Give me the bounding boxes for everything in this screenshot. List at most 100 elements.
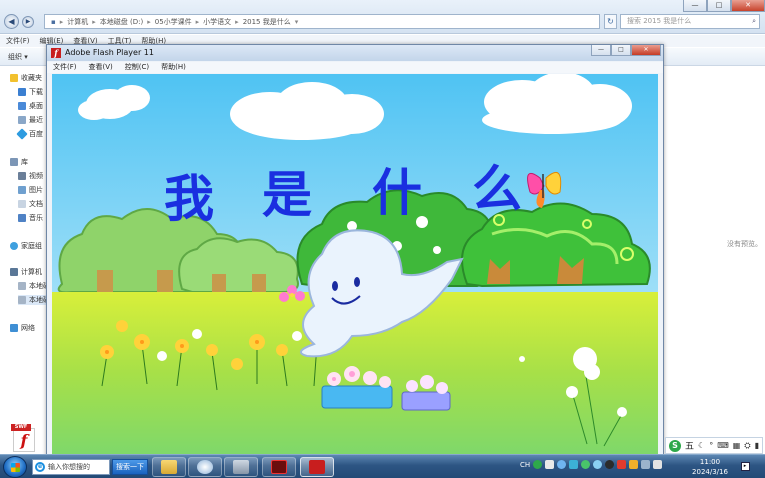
desktop-icon <box>18 102 26 110</box>
breadcrumb-item[interactable]: 小学语文 <box>203 17 231 27</box>
recent-icon <box>18 116 26 124</box>
explorer-search-input[interactable]: 搜索 2015 我是什么 ⌕ <box>620 14 760 29</box>
preview-pane: 没有预览。 <box>662 67 765 427</box>
drive-icon <box>18 296 26 304</box>
computer-icon: ▪ <box>51 17 56 26</box>
breadcrumb-item[interactable]: 计算机 <box>67 17 88 27</box>
minimize-button[interactable]: — <box>591 45 611 56</box>
menu-file[interactable]: 文件(F) <box>53 62 77 73</box>
taskbar-flash-player-button[interactable] <box>300 457 334 477</box>
start-button[interactable] <box>3 456 27 478</box>
swf-file-icon[interactable]: f SWF <box>11 424 37 452</box>
sidebar-item-music[interactable]: 音乐 <box>18 213 43 223</box>
sidebar-item-computer[interactable]: 计算机 <box>10 267 42 277</box>
ime-mode-label: 五 <box>685 442 695 452</box>
picture-icon <box>18 186 26 194</box>
moon-icon[interactable]: ☾ <box>698 441 705 450</box>
address-bar[interactable]: ▪ ▸ 计算机 ▸ 本地磁盘 (D:) ▸ 05小学课件 ▸ 小学语文 ▸ 20… <box>44 14 600 29</box>
more-icon[interactable]: ▮ <box>755 441 759 450</box>
sogou-icon: S <box>669 439 681 452</box>
explorer-window-controls: — □ ✕ <box>683 0 765 12</box>
sidebar-item-recent[interactable]: 最近 <box>18 115 43 125</box>
refresh-icon[interactable]: ↻ <box>604 14 617 29</box>
taskbar: e 输入你想搜的 搜索一下 CH 11:00 2024/3/16 ▸ <box>0 454 765 478</box>
baidu-icon <box>16 128 28 140</box>
tray-icon[interactable] <box>557 460 567 469</box>
breadcrumb-item[interactable]: 2015 我是什么 <box>243 17 291 27</box>
back-arrow-icon[interactable]: ◀ <box>4 14 19 29</box>
tray-label: CH <box>520 460 531 469</box>
flash-stage[interactable]: 我 是 什 么 <box>52 74 658 454</box>
sidebar-item-baidu[interactable]: 百度 <box>16 128 43 140</box>
shirt-icon[interactable]: ⛭ <box>744 441 750 451</box>
library-icon <box>10 158 18 166</box>
punctuation-icon[interactable]: ° <box>709 441 713 450</box>
clock-time: 11:00 <box>699 458 721 466</box>
taskbar-flash-pro-button[interactable] <box>262 457 296 477</box>
sidebar-item-favorites[interactable]: 收藏夹 <box>10 73 42 83</box>
breadcrumb-item[interactable]: 05小学课件 <box>155 17 192 27</box>
grid-icon[interactable]: ▦ <box>733 441 741 450</box>
tray-icon[interactable] <box>581 460 591 469</box>
notification-icon: ▸ <box>740 462 750 471</box>
menu-control[interactable]: 控制(C) <box>125 62 149 73</box>
sidebar-item-videos[interactable]: 视频 <box>18 171 43 181</box>
sidebar-item-downloads[interactable]: 下载 <box>18 87 43 97</box>
taskbar-media-button[interactable] <box>188 457 222 477</box>
tray-icon[interactable] <box>617 460 627 469</box>
qq-icon[interactable] <box>605 460 615 469</box>
stage-title-char: 么 <box>472 160 522 218</box>
menu-help[interactable]: 帮助(H) <box>161 62 186 73</box>
search-go-button[interactable]: 搜索一下 <box>112 459 148 475</box>
network-icon <box>10 324 18 332</box>
tray-icon[interactable] <box>545 460 555 469</box>
computer-icon <box>10 268 18 276</box>
volume-icon[interactable] <box>653 460 663 469</box>
sidebar-item-pictures[interactable]: 图片 <box>18 185 43 195</box>
sidebar-item-network[interactable]: 网络 <box>10 323 35 333</box>
explorer-titlebar: ◀ ▶ ▪ ▸ 计算机 ▸ 本地磁盘 (D:) ▸ 05小学课件 ▸ 小学语文 … <box>0 0 765 34</box>
sogou-tray-icon[interactable] <box>533 460 543 469</box>
maximize-button[interactable]: □ <box>707 0 731 12</box>
clock-date: 2024/3/16 <box>692 468 728 476</box>
tray-icon[interactable] <box>569 460 579 469</box>
system-tray: CH <box>520 460 663 469</box>
keyboard-icon[interactable]: ⌨ <box>717 441 729 450</box>
folder-icon <box>161 460 177 474</box>
flash-window-controls: — □ ✕ <box>591 45 661 56</box>
close-button[interactable]: ✕ <box>731 0 765 12</box>
drive-icon <box>18 282 26 290</box>
organize-button[interactable]: 组织 ▾ <box>8 51 28 63</box>
homegroup-icon <box>10 242 18 250</box>
flash-titlebar[interactable]: f Adobe Flash Player 11 — □ ✕ <box>47 45 663 61</box>
show-desktop-button[interactable]: ▸ <box>738 457 752 477</box>
flash-window-title: Adobe Flash Player 11 <box>65 48 154 57</box>
close-button[interactable]: ✕ <box>631 45 661 56</box>
flash-menubar: 文件(F) 查看(V) 控制(C) 帮助(H) <box>47 62 663 73</box>
clock[interactable]: 11:00 2024/3/16 <box>692 457 728 477</box>
tray-icon[interactable] <box>593 460 603 469</box>
sidebar-item-desktop[interactable]: 桌面 <box>18 101 43 111</box>
sidebar-item-documents[interactable]: 文档 <box>18 199 43 209</box>
star-icon <box>10 74 18 82</box>
maximize-button[interactable]: □ <box>611 45 631 56</box>
tray-icon[interactable] <box>629 460 639 469</box>
menu-file[interactable]: 文件(F) <box>6 35 30 47</box>
flash-player-window: f Adobe Flash Player 11 — □ ✕ 文件(F) 查看(V… <box>46 44 664 458</box>
taskbar-explorer-button[interactable] <box>152 457 186 477</box>
network-icon[interactable] <box>641 460 651 469</box>
minimize-button[interactable]: — <box>683 0 707 12</box>
ime-toolbar[interactable]: S 五 ☾ ° ⌨ ▦ ⛭ ▮ <box>665 437 764 454</box>
animation-scene: 我 是 什 么 <box>52 74 658 454</box>
sidebar-item-libraries[interactable]: 库 <box>10 157 28 167</box>
sidebar-item-homegroup[interactable]: 家庭组 <box>10 241 42 251</box>
breadcrumb-item[interactable]: 本地磁盘 (D:) <box>100 17 143 27</box>
taskbar-search-input[interactable]: e 输入你想搜的 <box>32 459 110 475</box>
flash-player-icon <box>309 460 325 474</box>
taskbar-app-button[interactable] <box>224 457 258 477</box>
app-icon <box>233 460 249 474</box>
media-player-icon <box>197 460 213 474</box>
forward-arrow-icon[interactable]: ▶ <box>22 16 34 28</box>
stage-title-char: 是 <box>262 166 312 224</box>
menu-view[interactable]: 查看(V) <box>89 62 113 73</box>
